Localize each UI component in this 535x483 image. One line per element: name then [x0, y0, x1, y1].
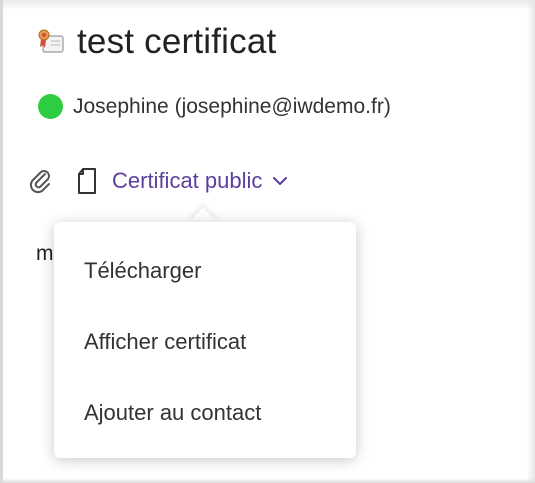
- chevron-down-icon: [273, 177, 288, 185]
- menu-item-view-certificate[interactable]: Afficher certificat: [84, 329, 246, 355]
- dropdown-pointer-cover: [183, 222, 223, 236]
- document-icon: [78, 168, 96, 194]
- status-dot: [38, 94, 63, 119]
- title-row: test certificat: [35, 20, 276, 64]
- menu-item-download[interactable]: Télécharger: [84, 258, 201, 284]
- right-edge-shadow: [527, 0, 535, 483]
- owner-label: Josephine (josephine@iwdemo.fr): [73, 94, 391, 118]
- bottom-edge-shadow: [0, 478, 535, 483]
- page-title: test certificat: [77, 22, 277, 61]
- certificate-icon: [38, 29, 64, 53]
- certificate-link-label: Certificat public: [112, 168, 263, 193]
- paperclip-icon[interactable]: [28, 168, 54, 194]
- dropdown-menu: Télécharger Afficher certificat Ajouter …: [54, 222, 356, 458]
- left-edge: [0, 0, 3, 483]
- background-text: m: [36, 242, 54, 265]
- certificate-menu-toggle[interactable]: Certificat public: [112, 168, 288, 194]
- top-edge-shadow: [0, 0, 535, 10]
- attachment-row: Certificat public: [28, 167, 288, 195]
- window: test certificat Josephine (josephine@iwd…: [0, 0, 535, 483]
- owner-row: Josephine (josephine@iwdemo.fr): [38, 94, 391, 119]
- menu-item-add-to-contact[interactable]: Ajouter au contact: [84, 400, 261, 426]
